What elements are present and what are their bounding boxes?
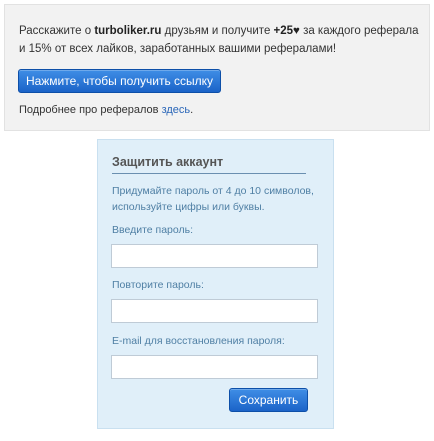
protect-account-form: Защитить аккаунт Придумайте пароль от 4 … <box>97 139 334 429</box>
get-referral-link-button[interactable]: Нажмите, чтобы получить ссылку <box>18 69 221 93</box>
referral-description: Расскажите о turboliker.ru друзьям и пол… <box>19 22 419 58</box>
save-button[interactable]: Сохранить <box>229 388 308 412</box>
protect-account-title: Защитить аккаунт <box>112 155 224 169</box>
referral-details-link[interactable]: здесь <box>162 104 191 116</box>
title-divider <box>112 173 306 174</box>
password-input[interactable] <box>111 244 318 268</box>
referral-intro-middle: друзьям и получите <box>161 25 274 37</box>
recovery-email-label: E-mail для восстановления пароля: <box>112 335 285 347</box>
password-label: Введите пароль: <box>112 224 194 236</box>
repeat-password-input[interactable] <box>111 299 318 323</box>
referral-panel: Расскажите о turboliker.ru друзьям и пол… <box>4 4 430 131</box>
referral-intro-start: Расскажите о <box>19 25 95 37</box>
more-info-suffix: . <box>190 104 194 116</box>
referral-more-info: Подробнее про рефералов здесь. <box>19 103 193 117</box>
password-hint: Придумайте пароль от 4 до 10 символов, и… <box>112 185 314 213</box>
more-info-prefix: Подробнее про рефералов <box>19 104 162 116</box>
recovery-email-input[interactable] <box>111 355 318 379</box>
bonus-amount: +25♥ <box>273 25 300 37</box>
site-name: turboliker.ru <box>94 25 162 37</box>
repeat-password-label: Повторите пароль: <box>112 279 204 291</box>
